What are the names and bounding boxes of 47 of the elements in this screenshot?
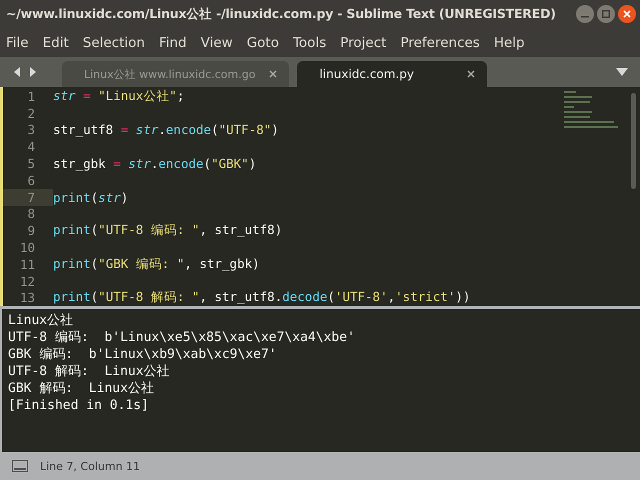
cursor-position: Line 7, Column 11 <box>40 460 140 472</box>
line-number: 5 <box>26 155 36 172</box>
code-line: str_gbk = str.encode("GBK") <box>53 156 256 172</box>
output-line: GBK 编码: b'Linux\xb9\xab\xc9\xe7' <box>8 346 278 363</box>
tab[interactable]: linuxidc.com.py <box>297 61 488 87</box>
code-line: print(str) <box>53 190 128 205</box>
code-line: print("UTF-8 解码: ", str_utf8.decode('UTF-8','strict')) <box>53 289 470 306</box>
menu-item[interactable]: Selection <box>82 34 145 50</box>
dropdown-caret-icon[interactable] <box>616 67 628 77</box>
output-line: Linux公社 <box>8 312 74 329</box>
menu-item[interactable]: Project <box>340 34 386 50</box>
line-number: 1 <box>26 88 36 105</box>
line-number: 3 <box>26 122 36 138</box>
panel-toggle-icon[interactable] <box>12 460 28 472</box>
line-number: 10 <box>18 239 36 256</box>
line-number: 11 <box>18 256 36 273</box>
line-number: 12 <box>18 272 36 290</box>
close-icon[interactable] <box>269 70 278 78</box>
line-number: 8 <box>26 206 36 222</box>
code-line: print("UTF-8 编码: ", str_utf8) <box>53 222 282 240</box>
maximize-icon <box>602 10 610 18</box>
code-line: str_utf8 = str.encode("UTF-8") <box>53 122 279 138</box>
menu-item[interactable]: Tools <box>292 34 326 50</box>
menu-item[interactable]: Find <box>158 34 187 50</box>
output-line: GBK 解码: Linux公社 <box>8 380 155 397</box>
line-number: 6 <box>26 172 36 189</box>
line-number: 9 <box>26 222 36 240</box>
close-icon[interactable] <box>467 70 476 78</box>
output-line: UTF-8 编码: b'Linux\xe5\x85\xac\xe7\xa4\xbe' <box>8 329 356 346</box>
output-line: [Finished in 0.1s] <box>8 397 150 414</box>
line-number: 4 <box>26 138 36 156</box>
menu-item[interactable]: Help <box>494 34 525 50</box>
code-line: str = "Linux公社"; <box>53 88 184 105</box>
menu-item[interactable]: Edit <box>42 34 69 50</box>
close-button[interactable] <box>618 5 636 23</box>
line-number: 2 <box>26 104 36 122</box>
line-number: 13 <box>18 290 36 306</box>
close-icon <box>623 10 631 18</box>
menu-item[interactable]: Preferences <box>400 34 480 50</box>
menu-item[interactable]: View <box>200 34 233 50</box>
window-title: ~/www.linuxidc.com/Linux公社 -/linuxidc.com.py - Sublime Text (UNREGISTERED) <box>6 6 557 22</box>
minimize-button[interactable] <box>576 5 594 23</box>
menu-item[interactable]: Goto <box>246 34 279 50</box>
code-line: print("GBK 编码: ", str_gbk) <box>53 256 260 273</box>
scrollbar[interactable] <box>631 93 636 189</box>
menu-item[interactable]: File <box>6 34 29 50</box>
output-line: UTF-8 解码: Linux公社 <box>8 363 171 380</box>
